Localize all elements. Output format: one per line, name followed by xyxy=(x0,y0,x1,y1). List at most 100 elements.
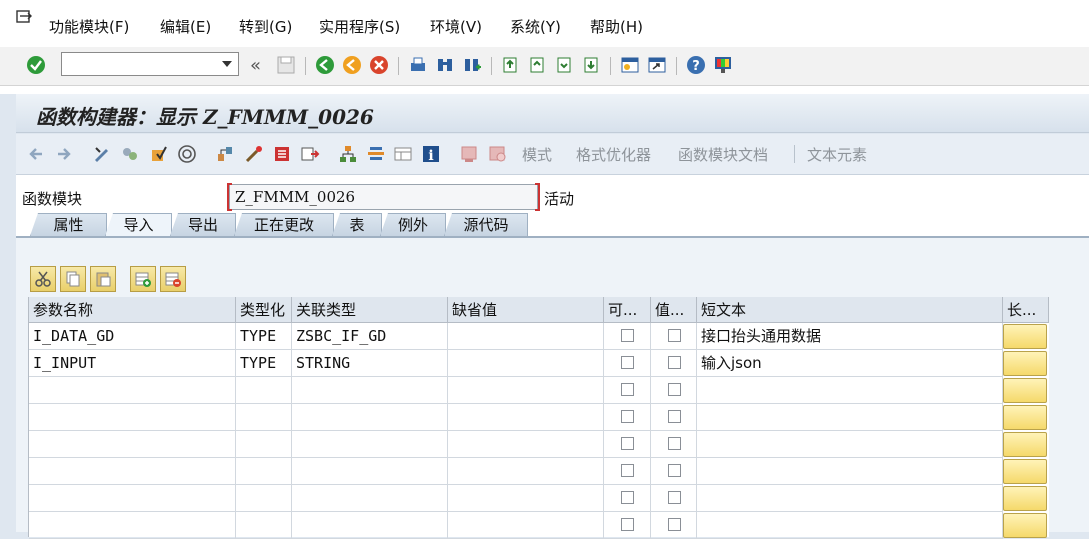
customize-layout-icon[interactable] xyxy=(713,55,733,75)
column-header-associated-type[interactable]: 关联类型 xyxy=(292,297,448,323)
tab-attributes[interactable]: 属性 xyxy=(30,213,107,236)
activate-icon[interactable] xyxy=(177,144,197,164)
exit-icon[interactable] xyxy=(342,55,362,75)
pass-value-checkbox[interactable] xyxy=(668,437,681,450)
find-icon[interactable] xyxy=(435,55,455,75)
system-menu-icon[interactable] xyxy=(16,10,32,24)
menu-edit[interactable]: 编辑(E) xyxy=(160,16,211,37)
navigation-window-icon[interactable] xyxy=(300,144,320,164)
cell-default-value[interactable] xyxy=(448,404,604,431)
cancel-icon[interactable] xyxy=(369,55,389,75)
pass-value-checkbox[interactable] xyxy=(668,491,681,504)
cell-default-value[interactable] xyxy=(448,377,604,404)
new-session-icon[interactable] xyxy=(620,55,640,75)
next-page-icon[interactable] xyxy=(554,55,574,75)
find-next-icon[interactable] xyxy=(462,55,482,75)
pass-value-checkbox[interactable] xyxy=(668,383,681,396)
copy-icon[interactable] xyxy=(60,266,86,292)
pass-value-checkbox[interactable] xyxy=(668,464,681,477)
cell-short-text[interactable] xyxy=(697,458,1003,485)
chevron-down-icon[interactable] xyxy=(222,61,232,67)
layout-icon[interactable] xyxy=(393,144,413,164)
cell-default-value[interactable] xyxy=(448,323,604,350)
optional-checkbox[interactable] xyxy=(621,518,634,531)
cell-associated-type[interactable] xyxy=(292,431,448,458)
long-text-button[interactable] xyxy=(1003,459,1047,484)
pretty-printer-button[interactable]: 格式优化器 xyxy=(576,144,651,165)
where-used-icon[interactable] xyxy=(215,144,235,164)
column-header-long-text[interactable]: 长... xyxy=(1003,297,1049,323)
history-back-icon[interactable]: « xyxy=(250,55,261,76)
arrow-right-icon[interactable] xyxy=(54,144,74,164)
long-text-button[interactable] xyxy=(1003,432,1047,457)
cell-associated-type[interactable] xyxy=(292,377,448,404)
long-text-button[interactable] xyxy=(1003,324,1047,349)
cell-default-value[interactable] xyxy=(448,431,604,458)
pattern-icon[interactable] xyxy=(459,144,479,164)
hierarchy-icon[interactable] xyxy=(338,144,358,164)
pattern-button[interactable]: 模式 xyxy=(522,144,552,165)
function-module-field[interactable]: Z_FMMM_0026 xyxy=(227,183,540,211)
tab-tables[interactable]: 表 xyxy=(332,213,382,236)
cell-typing[interactable] xyxy=(236,458,292,485)
pass-value-checkbox[interactable] xyxy=(668,410,681,423)
cell-default-value[interactable] xyxy=(448,350,604,377)
test-icon[interactable] xyxy=(244,144,264,164)
delete-row-icon[interactable] xyxy=(160,266,186,292)
insert-row-icon[interactable] xyxy=(130,266,156,292)
cell-parameter-name[interactable] xyxy=(29,431,236,458)
cell-parameter-name[interactable] xyxy=(29,377,236,404)
cell-parameter-name[interactable] xyxy=(29,485,236,512)
pretty-printer-icon[interactable] xyxy=(487,144,507,164)
first-page-icon[interactable] xyxy=(500,55,520,75)
cell-default-value[interactable] xyxy=(448,458,604,485)
arrow-left-icon[interactable] xyxy=(26,144,46,164)
cell-typing[interactable] xyxy=(236,431,292,458)
cell-default-value[interactable] xyxy=(448,512,604,539)
last-page-icon[interactable] xyxy=(581,55,601,75)
help-icon[interactable]: ? xyxy=(686,55,706,75)
paste-icon[interactable] xyxy=(90,266,116,292)
column-header-short-text[interactable]: 短文本 xyxy=(697,297,1003,323)
tab-export[interactable]: 导出 xyxy=(170,213,236,236)
cell-parameter-name[interactable] xyxy=(29,458,236,485)
long-text-button[interactable] xyxy=(1003,486,1047,511)
menu-goto[interactable]: 转到(G) xyxy=(239,16,292,37)
long-text-button[interactable] xyxy=(1003,405,1047,430)
print-icon[interactable] xyxy=(408,55,428,75)
back-icon[interactable] xyxy=(315,55,335,75)
cell-typing[interactable] xyxy=(236,377,292,404)
menu-function-module[interactable]: 功能模块(F) xyxy=(49,16,129,37)
menu-utilities[interactable]: 实用程序(S) xyxy=(319,16,400,37)
pass-value-checkbox[interactable] xyxy=(668,356,681,369)
cell-parameter-name[interactable]: I_DATA_GD xyxy=(29,323,236,350)
cell-typing[interactable]: TYPE xyxy=(236,323,292,350)
cell-associated-type[interactable] xyxy=(292,404,448,431)
column-header-typing[interactable]: 类型化 xyxy=(236,297,292,323)
cell-short-text[interactable] xyxy=(697,485,1003,512)
column-header-optional[interactable]: 可... xyxy=(604,297,651,323)
cell-short-text[interactable] xyxy=(697,431,1003,458)
cell-default-value[interactable] xyxy=(448,485,604,512)
cell-parameter-name[interactable] xyxy=(29,512,236,539)
long-text-button[interactable] xyxy=(1003,378,1047,403)
text-elements-button[interactable]: 文本元素 xyxy=(807,144,867,165)
cut-icon[interactable] xyxy=(30,266,56,292)
optional-checkbox[interactable] xyxy=(621,464,634,477)
optional-checkbox[interactable] xyxy=(621,491,634,504)
check-object-icon[interactable] xyxy=(149,144,169,164)
command-input[interactable] xyxy=(64,54,218,76)
tab-exceptions[interactable]: 例外 xyxy=(380,213,446,236)
optional-checkbox[interactable] xyxy=(621,329,634,342)
cell-associated-type[interactable] xyxy=(292,485,448,512)
cell-short-text[interactable] xyxy=(697,404,1003,431)
info-icon[interactable]: i xyxy=(421,144,441,164)
optional-checkbox[interactable] xyxy=(621,356,634,369)
pass-value-checkbox[interactable] xyxy=(668,518,681,531)
cell-parameter-name[interactable] xyxy=(29,404,236,431)
tab-import[interactable]: 导入 xyxy=(105,213,172,236)
cell-associated-type[interactable]: STRING xyxy=(292,350,448,377)
long-text-button[interactable] xyxy=(1003,351,1047,376)
menu-system[interactable]: 系统(Y) xyxy=(510,16,561,37)
column-header-pass-value[interactable]: 值... xyxy=(651,297,697,323)
